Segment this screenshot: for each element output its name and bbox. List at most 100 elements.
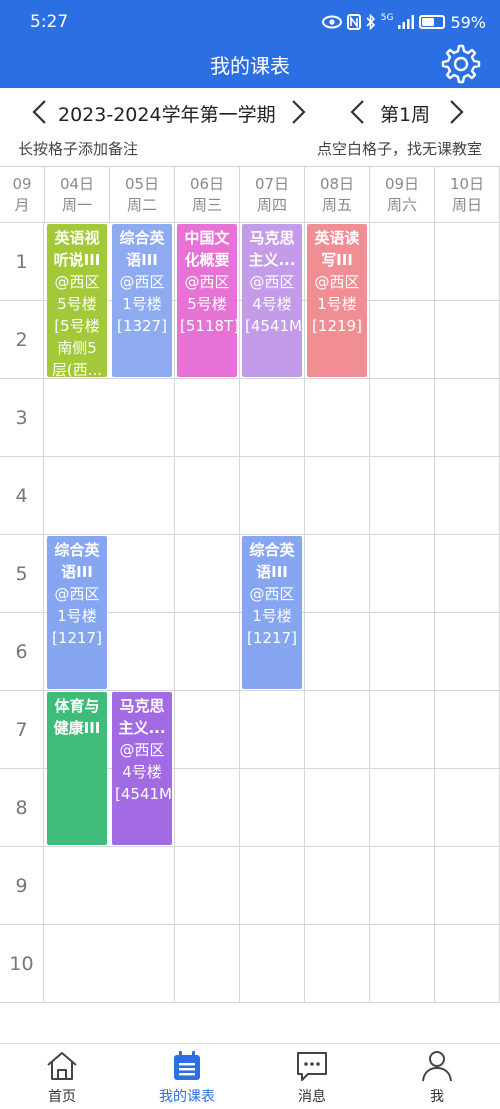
day-date: 08日: [319, 175, 355, 193]
course-block[interactable]: 综合英语III @西区1号楼[1217]: [47, 536, 107, 689]
status-time: 5:27: [30, 12, 69, 32]
course-name: 综合英语III: [119, 229, 165, 269]
battery-icon: [419, 15, 446, 29]
course-location: @西区1号楼[1327]: [117, 273, 167, 335]
grid-column-line: [434, 223, 435, 1003]
grid-row-line: [0, 534, 500, 535]
tab-home[interactable]: 首页: [17, 1048, 107, 1106]
grid-column-line: [239, 223, 240, 1003]
day-weekday: 周四: [256, 196, 287, 214]
tab-my-schedule[interactable]: 我的课表: [142, 1048, 232, 1106]
period-label: 10: [0, 925, 44, 1003]
next-term-chevron-icon[interactable]: [286, 98, 310, 126]
course-name: 体育与健康III: [53, 697, 101, 737]
term-label[interactable]: 2023-2024学年第一学期: [58, 100, 276, 127]
day-header: 05日周二: [110, 167, 175, 223]
grid-row-line: [0, 456, 500, 457]
course-location: @西区1号楼[1217]: [247, 585, 297, 647]
schedule-icon: [174, 1051, 200, 1080]
course-location: @西区4号楼[4541M]: [245, 273, 302, 335]
course-block[interactable]: 综合英语III @西区1号楼[1217]: [242, 536, 302, 689]
course-block[interactable]: 体育与健康III: [47, 692, 107, 845]
period-label: 5: [0, 535, 44, 613]
next-week-chevron-icon[interactable]: [444, 98, 468, 126]
period-label: 4: [0, 457, 44, 535]
day-weekday: 周六: [386, 196, 417, 214]
week-label[interactable]: 第1周: [380, 100, 430, 127]
status-icons: 5G 59%: [321, 11, 486, 33]
battery-level: 59%: [450, 12, 486, 32]
day-date: 05日: [124, 175, 160, 193]
grid-row-line: [0, 1002, 500, 1003]
grid-column-line: [369, 223, 370, 1003]
day-header: 10日周日: [435, 167, 500, 223]
day-weekday: 周三: [191, 196, 222, 214]
course-name: 综合英语III: [249, 541, 295, 581]
course-block[interactable]: 中国文化概要 @西区5号楼[5118T]: [177, 224, 237, 377]
day-header: 09日周六: [370, 167, 435, 223]
settings-gear-icon[interactable]: [440, 43, 482, 85]
previous-term-chevron-icon[interactable]: [28, 98, 52, 126]
status-bar: 5:27 5G 59%: [0, 0, 500, 44]
day-date: 06日: [189, 175, 225, 193]
course-location: @西区5号楼[5118T]: [180, 273, 237, 335]
day-date: 04日: [59, 175, 95, 193]
course-name: 中国文化概要: [184, 229, 230, 269]
hint-row: 长按格子添加备注 点空白格子，找无课教室: [0, 136, 500, 162]
tab-me[interactable]: 我: [392, 1048, 482, 1106]
tab-messages[interactable]: 消息: [267, 1048, 357, 1106]
grid-row-line: [0, 378, 500, 379]
message-icon: [297, 1052, 327, 1081]
network-type: 5G: [380, 13, 394, 23]
period-label: 3: [0, 379, 44, 457]
course-block[interactable]: 马克思主义... @西区4号楼[4541M]: [112, 692, 172, 845]
timetable-grid[interactable]: 09 月 04日 周一 05日 周二 06日 周三 07日 周四 08日 周五 09日 周六 10日 周日…: [0, 166, 500, 1003]
term-week-navigation: 2023-2024学年第一学期 第1周: [0, 92, 500, 132]
nfc-icon: [346, 14, 361, 30]
day-header: 06日周三: [175, 167, 240, 223]
tab-messages-label: 消息: [298, 1089, 326, 1105]
grid-row-line: [0, 924, 500, 925]
tab-my-schedule-label: 我的课表: [159, 1089, 215, 1105]
signal-icon: [398, 15, 415, 29]
course-location: @西区1号楼[1219]: [312, 273, 362, 335]
day-date: 09日: [384, 175, 420, 193]
course-name: 综合英语III: [54, 541, 100, 581]
course-name: 马克思主义...: [248, 229, 296, 269]
previous-week-chevron-icon[interactable]: [346, 98, 370, 126]
course-name: 英语读写III: [314, 229, 360, 269]
day-date: 07日: [254, 175, 290, 193]
course-block[interactable]: 英语读写III @西区1号楼[1219]: [307, 224, 367, 377]
day-weekday: 周一: [61, 196, 92, 214]
course-block[interactable]: 马克思主义... @西区4号楼[4541M]: [242, 224, 302, 377]
bluetooth-icon: [366, 14, 375, 30]
course-name: 马克思主义...: [118, 697, 166, 737]
period-label: 8: [0, 769, 44, 847]
month-header: 09 月: [0, 167, 45, 223]
grid-column-line: [304, 223, 305, 1003]
free-classroom-hint: 点空白格子，找无课教室: [316, 140, 482, 158]
day-header: 04日周一: [45, 167, 110, 223]
home-icon: [47, 1052, 77, 1080]
grid-row-line: [0, 846, 500, 847]
day-weekday: 周日: [451, 196, 482, 214]
course-location: @西区5号楼[5号楼南侧5层(西...: [51, 273, 103, 377]
course-block[interactable]: 综合英语III @西区1号楼[1327]: [112, 224, 172, 377]
day-date: 10日: [449, 175, 485, 193]
month-value: 09: [12, 175, 32, 193]
course-block[interactable]: 英语视听说III @西区5号楼[5号楼南侧5层(西...: [47, 224, 107, 377]
period-label: 2: [0, 301, 44, 379]
period-label: 1: [0, 223, 44, 301]
eye-icon: [321, 15, 342, 29]
day-header: 08日周五: [305, 167, 370, 223]
grid-row-line: [0, 690, 500, 691]
bottom-tab-bar: 首页 我的课表 消息 我: [0, 1043, 500, 1109]
day-weekday: 周二: [126, 196, 157, 214]
tab-me-label: 我: [430, 1089, 444, 1105]
course-location: @西区1号楼[1217]: [52, 585, 102, 647]
period-label: 6: [0, 613, 44, 691]
period-label: 9: [0, 847, 44, 925]
page-title: 我的课表: [210, 54, 290, 78]
day-weekday: 周五: [321, 196, 352, 214]
day-header: 07日周四: [240, 167, 305, 223]
